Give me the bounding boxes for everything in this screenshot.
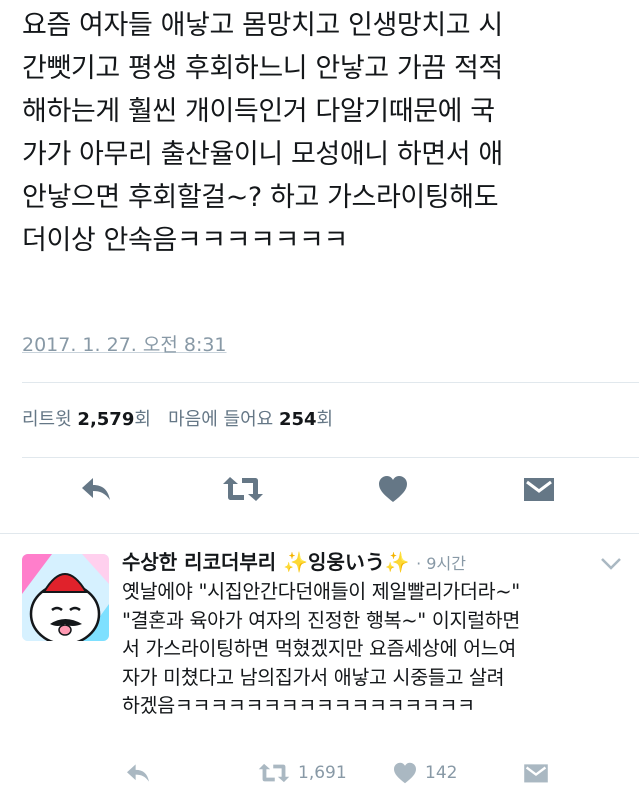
reply-text: 옛날에야 "시집안간다던애들이 제일빨리가더라~" "결혼과 육아가 여자의 진… — [122, 578, 627, 721]
tweet-timestamp[interactable]: 2017. 1. 27. 오전 8:31 — [22, 330, 227, 357]
reply-retweet-count: 1,691 — [298, 763, 347, 783]
heart-icon — [393, 762, 417, 784]
sparkle-emoji: ✨ — [283, 550, 309, 574]
heart-icon — [378, 475, 408, 503]
dm-icon — [523, 762, 549, 784]
tweet-line: 더이상 안속음ㅋㅋㅋㅋㅋㅋㅋ — [22, 225, 348, 256]
retweet-unit: 회 — [134, 409, 151, 430]
tweet-line: 해하는게 훨씬 개이득인거 다알기때문에 국 — [22, 96, 495, 127]
reply-header: 수상한 리코더부리 ✨잉웅いう✨ · 9시간 — [122, 548, 466, 578]
divider — [22, 457, 639, 458]
retweet-icon — [258, 762, 290, 784]
author-name-part: 수상한 리코더부리 — [122, 550, 277, 574]
like-count: 254 — [278, 409, 317, 430]
reply-line: 자가 미쳤다고 남의집가서 애낳고 시중들고 살려 — [122, 665, 505, 689]
reply-button[interactable] — [80, 475, 112, 503]
reply-icon — [125, 762, 151, 784]
reply-reply-button[interactable] — [125, 762, 151, 784]
retweet-count: 2,579 — [77, 409, 135, 430]
tweet-line: 간뺏기고 평생 후회하느니 안낳고 가끔 적적 — [22, 53, 503, 84]
divider — [22, 382, 639, 383]
chevron-down-icon[interactable] — [600, 556, 622, 575]
reply-like-count: 142 — [425, 763, 458, 783]
tweet-line: 안낳으면 후회할걸~? 하고 가스라이팅해도 — [22, 182, 499, 213]
dm-icon — [523, 475, 555, 503]
reply-like-button[interactable]: 142 — [393, 762, 457, 784]
like-label: 마음에 들어요 — [168, 409, 274, 430]
reply-line: "결혼과 육아가 여자의 진정한 행복~" 이지럴하면 — [122, 608, 521, 632]
tweet-stats: 리트윗 2,579회 마음에 들어요 254회 — [22, 405, 333, 431]
reply-time[interactable]: · 9시간 — [416, 554, 466, 573]
reply-line: 하겠음ㅋㅋㅋㅋㅋㅋㅋㅋㅋㅋㅋㅋㅋㅋㅋㅋㅋ — [122, 694, 475, 717]
reply-action-bar: 1,691 142 — [0, 762, 639, 792]
author-name-part: 잉웅いう — [308, 550, 385, 574]
retweet-button[interactable] — [222, 475, 264, 503]
reply-retweet-button[interactable]: 1,691 — [258, 762, 347, 784]
like-stat[interactable]: 마음에 들어요 254회 — [168, 409, 333, 430]
divider — [0, 533, 639, 534]
retweet-stat[interactable]: 리트윗 2,579회 — [22, 409, 157, 430]
reply-icon — [80, 475, 112, 503]
dm-button[interactable] — [523, 475, 555, 503]
reply-line: 옛날에야 "시집안간다던애들이 제일빨리가더라~" — [122, 580, 520, 603]
like-unit: 회 — [316, 409, 334, 430]
like-button[interactable] — [378, 475, 408, 503]
reply-author-name[interactable]: 수상한 리코더부리 ✨잉웅いう✨ — [122, 550, 410, 574]
retweet-label: 리트윗 — [22, 409, 72, 430]
avatar[interactable] — [22, 554, 109, 641]
tweet-line: 가가 아무리 출산율이니 모성애니 하면서 애 — [22, 139, 503, 170]
tweet-action-bar — [0, 475, 639, 515]
reply-dm-button[interactable] — [523, 762, 549, 784]
sparkle-emoji: ✨ — [384, 550, 410, 574]
tweet-text: 요즘 여자들 애낳고 몸망치고 인생망치고 시 간뺏기고 평생 후회하느니 안낳… — [22, 4, 622, 262]
retweet-icon — [222, 475, 264, 503]
reply-line: 서 가스라이팅하면 먹혔겠지만 요즘세상에 어느여 — [122, 637, 517, 660]
tweet-line: 요즘 여자들 애낳고 몸망치고 인생망치고 시 — [22, 10, 503, 41]
